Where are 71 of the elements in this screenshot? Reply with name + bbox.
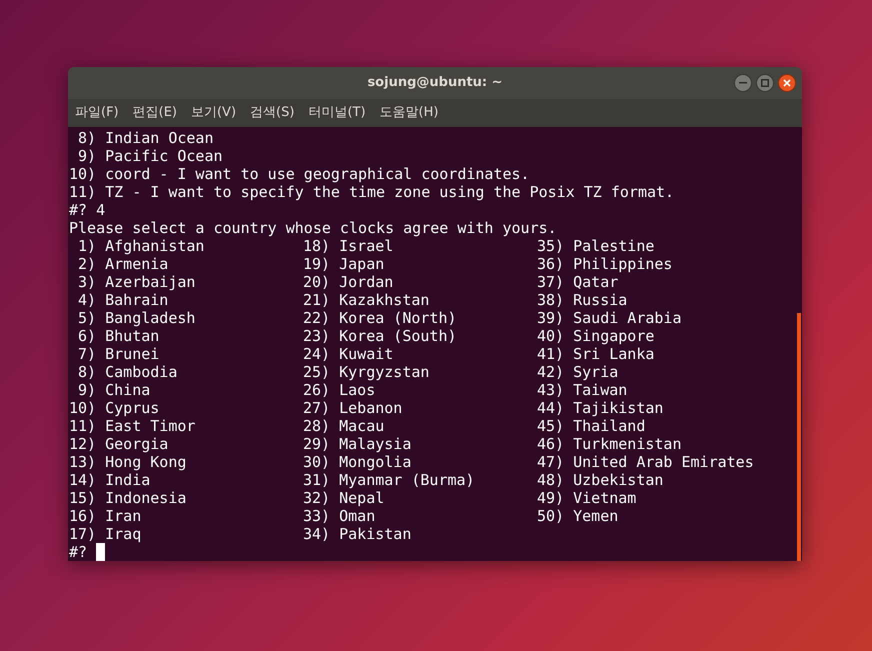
minimize-button[interactable] xyxy=(734,74,752,92)
country-option: 38) Russia xyxy=(537,291,801,309)
country-option: 5) Bangladesh xyxy=(69,309,303,327)
window-title: sojung@ubuntu: ~ xyxy=(367,74,503,92)
country-option: 8) Cambodia xyxy=(69,363,303,381)
country-option: 21) Kazakhstan xyxy=(303,291,537,309)
terminal-line: Please select a country whose clocks agree with yours. xyxy=(69,219,558,237)
country-option: 20) Jordan xyxy=(303,273,537,291)
country-option: 44) Tajikistan xyxy=(537,399,801,417)
country-option: 11) East Timor xyxy=(69,417,303,435)
country-option: 12) Georgia xyxy=(69,435,303,453)
minimize-icon xyxy=(739,82,747,84)
country-option: 45) Thailand xyxy=(537,417,801,435)
menu-item[interactable]: 검색(S) xyxy=(249,103,296,123)
country-option: 37) Qatar xyxy=(537,273,801,291)
terminal-line: #? 4 xyxy=(69,201,106,219)
country-option: 26) Laos xyxy=(303,381,537,399)
country-option: 4) Bahrain xyxy=(69,291,303,309)
menu-item[interactable]: 파일(F) xyxy=(74,103,120,123)
country-option: 22) Korea (North) xyxy=(303,309,537,327)
shell-prompt: #? xyxy=(69,543,88,561)
country-option: 50) Yemen xyxy=(537,507,801,525)
country-option: 13) Hong Kong xyxy=(69,453,303,471)
country-option: 27) Lebanon xyxy=(303,399,537,417)
country-option: 16) Iran xyxy=(69,507,303,525)
country-option: 33) Oman xyxy=(303,507,537,525)
country-option: 9) China xyxy=(69,381,303,399)
country-option: 29) Malaysia xyxy=(303,435,537,453)
maximize-icon xyxy=(761,79,769,87)
country-option: 39) Saudi Arabia xyxy=(537,309,801,327)
country-option: 42) Syria xyxy=(537,363,801,381)
country-option: 17) Iraq xyxy=(69,525,303,543)
country-option: 24) Kuwait xyxy=(303,345,537,363)
country-option: 7) Brunei xyxy=(69,345,303,363)
country-option: 6) Bhutan xyxy=(69,327,303,345)
country-option: 19) Japan xyxy=(303,255,537,273)
close-icon xyxy=(783,79,791,87)
country-option: 35) Palestine xyxy=(537,237,801,255)
terminal-line: 11) TZ - I want to specify the time zone using the Posix TZ format. xyxy=(69,183,676,201)
terminal-line: 9) Pacific Ocean xyxy=(77,147,224,165)
menu-item[interactable]: 편집(E) xyxy=(132,103,178,123)
country-option: 30) Mongolia xyxy=(303,453,537,471)
country-option: 32) Nepal xyxy=(303,489,537,507)
menu-item[interactable]: 보기(V) xyxy=(190,103,238,123)
country-option: 40) Singapore xyxy=(537,327,801,345)
country-option: 41) Sri Lanka xyxy=(537,345,801,363)
terminal-line: 10) coord - I want to use geographical coordinates. xyxy=(69,165,531,183)
country-option: 48) Uzbekistan xyxy=(537,471,801,489)
terminal-line: 8) Indian Ocean xyxy=(77,129,214,147)
menu-item[interactable]: 도움말(H) xyxy=(378,103,440,123)
country-option: 14) India xyxy=(69,471,303,489)
country-option: 28) Macau xyxy=(303,417,537,435)
country-option: 23) Korea (South) xyxy=(303,327,537,345)
country-option: 10) Cyprus xyxy=(69,399,303,417)
country-option: 43) Taiwan xyxy=(537,381,801,399)
country-option: 15) Indonesia xyxy=(69,489,303,507)
menu-item[interactable]: 터미널(T) xyxy=(307,103,367,123)
country-option: 3) Azerbaijan xyxy=(69,273,303,291)
country-option: 31) Myanmar (Burma) xyxy=(303,471,537,489)
scrollbar[interactable] xyxy=(797,313,801,561)
country-option: 18) Israel xyxy=(303,237,537,255)
country-option: 47) United Arab Emirates xyxy=(537,453,801,471)
country-option: 25) Kyrgyzstan xyxy=(303,363,537,381)
country-option: 1) Afghanistan xyxy=(69,237,303,255)
close-button[interactable] xyxy=(778,74,796,92)
text-cursor xyxy=(96,543,106,561)
country-option: 2) Armenia xyxy=(69,255,303,273)
country-option: 36) Philippines xyxy=(537,255,801,273)
country-option: 49) Vietnam xyxy=(537,489,801,507)
country-option: 34) Pakistan xyxy=(303,525,537,543)
country-option: 46) Turkmenistan xyxy=(537,435,801,453)
